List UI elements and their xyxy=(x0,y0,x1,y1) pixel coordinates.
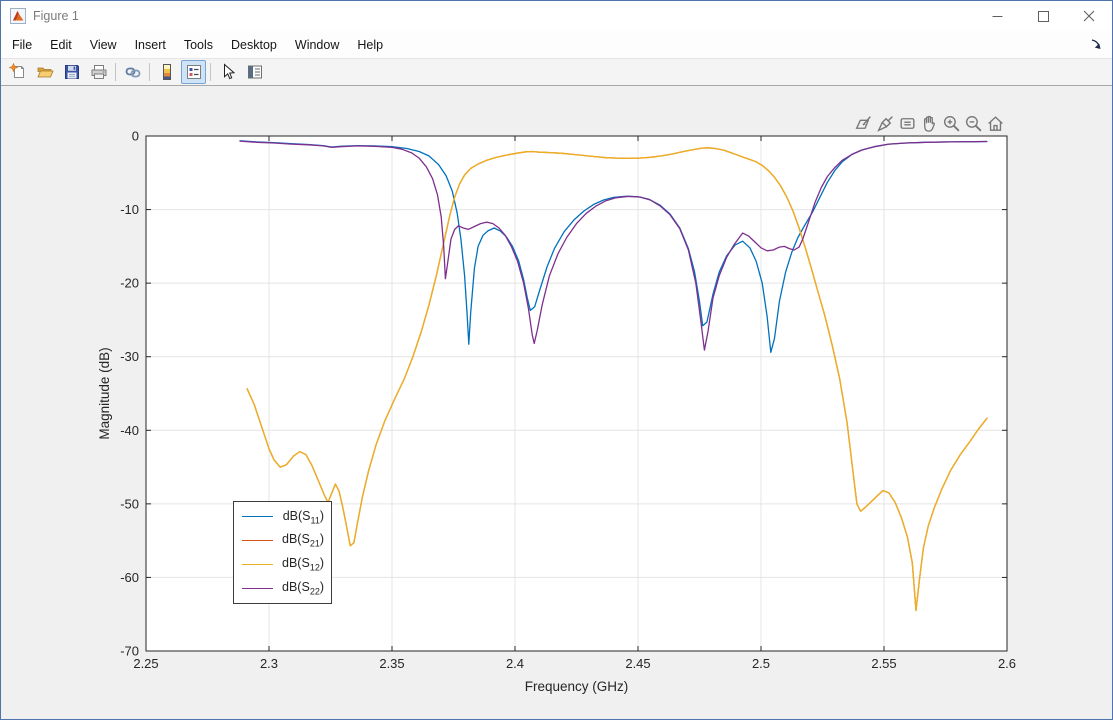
legend-label: dB(S11) xyxy=(283,509,324,526)
restore-view-button[interactable] xyxy=(985,113,1006,134)
menu-edit[interactable]: Edit xyxy=(41,32,81,58)
toolbar-separator xyxy=(210,63,211,81)
title-bar[interactable]: Figure 1 xyxy=(1,1,1112,31)
y-tick-label: -60 xyxy=(120,570,139,585)
pan-icon xyxy=(920,114,939,133)
legend-entry-dB(S12): dB(S12) xyxy=(242,556,324,573)
x-tick-label: 2.35 xyxy=(379,656,404,671)
link-plot-button[interactable] xyxy=(120,60,145,84)
export-icon xyxy=(854,114,873,133)
axes-toolbar xyxy=(853,113,1006,134)
sparameter-plot[interactable]: 2.252.32.352.42.452.52.552.60-10-20-30-4… xyxy=(1,86,1112,719)
insert-colorbar-icon xyxy=(158,63,176,81)
x-tick-label: 2.6 xyxy=(998,656,1016,671)
menu-help[interactable]: Help xyxy=(348,32,392,58)
x-tick-label: 2.55 xyxy=(871,656,896,671)
zoom-in-icon xyxy=(942,114,961,133)
legend-line-sample xyxy=(242,564,273,565)
maximize-icon xyxy=(1038,11,1049,22)
menu-file[interactable]: File xyxy=(3,32,41,58)
y-tick-label: -30 xyxy=(120,349,139,364)
legend-line-sample xyxy=(242,588,273,589)
menu-bar: File Edit View Insert Tools Desktop Wind… xyxy=(1,31,1112,59)
y-tick-label: -10 xyxy=(120,202,139,217)
save-figure-icon xyxy=(63,63,81,81)
x-tick-label: 2.5 xyxy=(752,656,770,671)
menu-insert[interactable]: Insert xyxy=(126,32,175,58)
menu-desktop[interactable]: Desktop xyxy=(222,32,286,58)
close-icon xyxy=(1083,10,1095,22)
legend-label: dB(S12) xyxy=(282,556,324,573)
figure-canvas: 2.252.32.352.42.452.52.552.60-10-20-30-4… xyxy=(1,86,1112,719)
legend-entry-dB(S21): dB(S21) xyxy=(242,532,324,549)
export-button[interactable] xyxy=(853,113,874,134)
x-tick-label: 2.3 xyxy=(260,656,278,671)
dock-figure-button[interactable] xyxy=(1086,34,1106,54)
legend-label: dB(S21) xyxy=(282,532,324,549)
menu-view[interactable]: View xyxy=(81,32,126,58)
print-figure-button[interactable] xyxy=(86,60,111,84)
edit-plot-icon xyxy=(219,63,237,81)
y-tick-label: -40 xyxy=(120,423,139,438)
datatips-button[interactable] xyxy=(897,113,918,134)
y-axis-label: Magnitude (dB) xyxy=(97,347,112,439)
x-tick-label: 2.45 xyxy=(625,656,650,671)
legend-entry-dB(S22): dB(S22) xyxy=(242,580,324,597)
open-file-icon xyxy=(36,63,54,81)
y-tick-label: 0 xyxy=(132,129,139,144)
figure-toolbar xyxy=(1,59,1112,86)
insert-colorbar-button[interactable] xyxy=(154,60,179,84)
link-plot-icon xyxy=(124,63,142,81)
insert-legend-icon xyxy=(185,63,203,81)
toolbar-separator xyxy=(115,63,116,81)
menu-window[interactable]: Window xyxy=(286,32,348,58)
new-figure-button[interactable] xyxy=(5,60,30,84)
toolbar-separator xyxy=(149,63,150,81)
maximize-button[interactable] xyxy=(1020,1,1066,31)
x-tick-label: 2.4 xyxy=(506,656,524,671)
zoom-out-icon xyxy=(964,114,983,133)
property-inspector-button[interactable] xyxy=(242,60,267,84)
new-figure-icon xyxy=(9,63,27,81)
y-tick-label: -50 xyxy=(120,496,139,511)
pan-button[interactable] xyxy=(919,113,940,134)
legend-label: dB(S22) xyxy=(282,580,324,597)
close-button[interactable] xyxy=(1066,1,1112,31)
restore-view-icon xyxy=(986,114,1005,133)
save-figure-button[interactable] xyxy=(59,60,84,84)
plot-legend[interactable]: dB(S11) dB(S21) dB(S12) dB(S22) xyxy=(233,501,332,604)
window-controls xyxy=(974,1,1112,31)
dock-figure-icon xyxy=(1090,38,1102,50)
minimize-button[interactable] xyxy=(974,1,1020,31)
zoom-out-button[interactable] xyxy=(963,113,984,134)
open-file-button[interactable] xyxy=(32,60,57,84)
menu-tools[interactable]: Tools xyxy=(175,32,222,58)
zoom-in-button[interactable] xyxy=(941,113,962,134)
insert-legend-button[interactable] xyxy=(181,60,206,84)
legend-line-sample xyxy=(242,516,273,517)
minimize-icon xyxy=(992,11,1003,22)
datatips-icon xyxy=(898,114,917,133)
property-inspector-icon xyxy=(246,63,264,81)
y-tick-label: -20 xyxy=(120,276,139,291)
legend-entry-dB(S11): dB(S11) xyxy=(242,509,324,526)
x-axis-label: Frequency (GHz) xyxy=(525,679,629,694)
legend-line-sample xyxy=(242,540,273,541)
figure-window: Figure 1 File Edit View Insert Tools Des… xyxy=(0,0,1113,720)
matlab-logo-icon xyxy=(10,8,26,24)
edit-plot-button[interactable] xyxy=(215,60,240,84)
print-figure-icon xyxy=(90,63,108,81)
window-title: Figure 1 xyxy=(33,9,79,23)
brush-button[interactable] xyxy=(875,113,896,134)
y-tick-label: -70 xyxy=(120,644,139,659)
brush-icon xyxy=(876,114,895,133)
